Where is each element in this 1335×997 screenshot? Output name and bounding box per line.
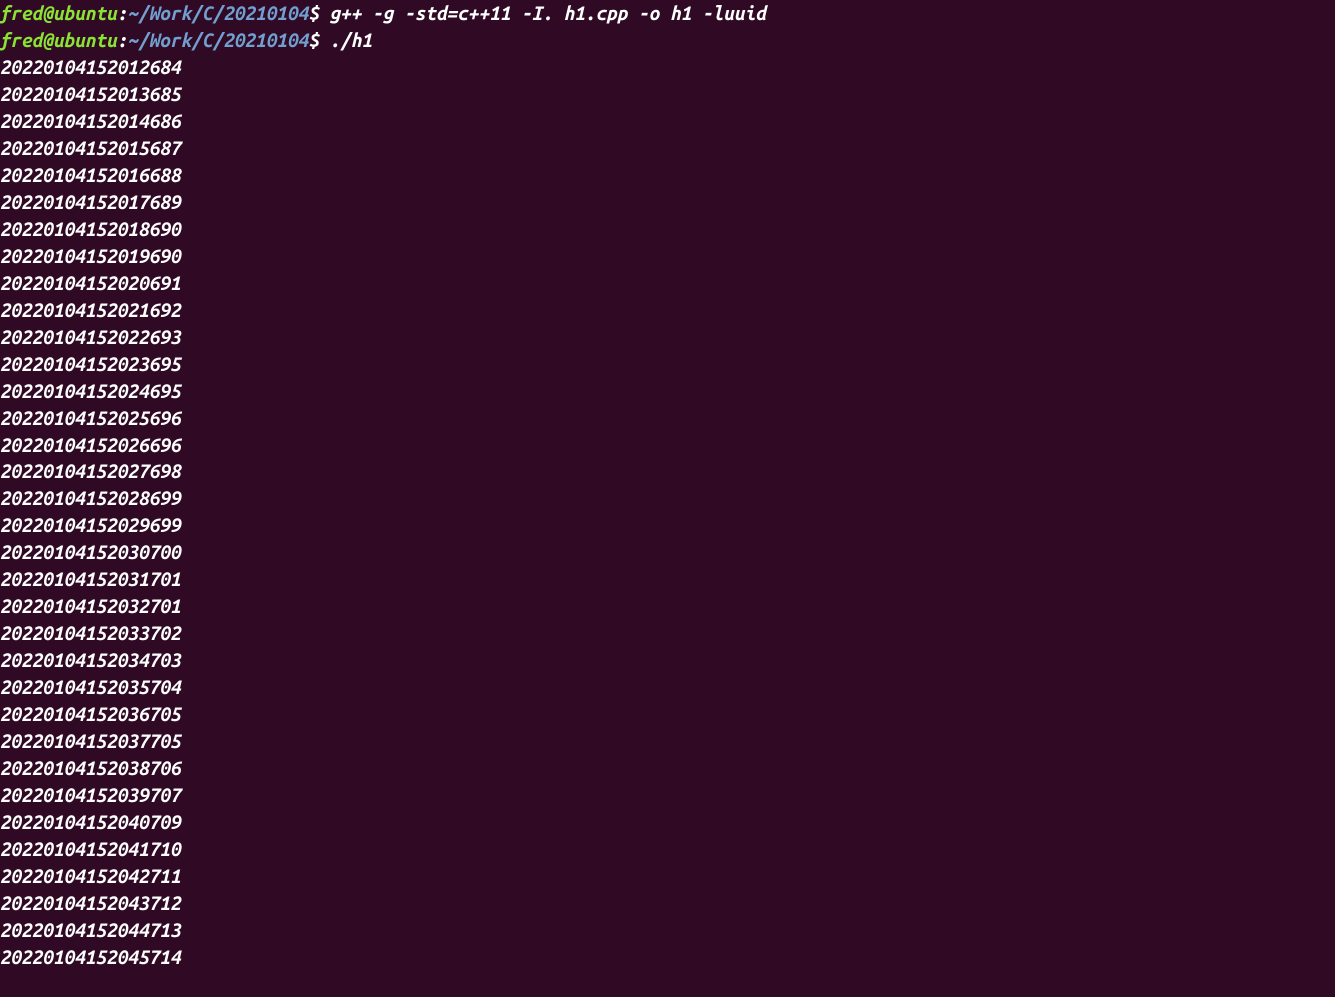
working-directory: ~/Work/C/20210104 xyxy=(128,2,309,24)
output-line: 20220104152037705 xyxy=(0,728,1335,755)
output-line: 20220104152017689 xyxy=(0,189,1335,216)
output-line: 20220104152043712 xyxy=(0,890,1335,917)
output-line: 20220104152028699 xyxy=(0,485,1335,512)
output-line: 20220104152029699 xyxy=(0,512,1335,539)
output-line: 20220104152039707 xyxy=(0,782,1335,809)
output-line: 20220104152015687 xyxy=(0,135,1335,162)
working-directory: ~/Work/C/20210104 xyxy=(128,29,309,51)
output-line: 20220104152034703 xyxy=(0,647,1335,674)
output-line: 20220104152012684 xyxy=(0,54,1335,81)
output-line: 20220104152020691 xyxy=(0,270,1335,297)
output-line: 20220104152013685 xyxy=(0,81,1335,108)
output-line: 20220104152035704 xyxy=(0,674,1335,701)
output-line: 20220104152014686 xyxy=(0,108,1335,135)
output-line: 20220104152042711 xyxy=(0,863,1335,890)
command-text: ./h1 xyxy=(330,29,373,51)
output-line: 20220104152023695 xyxy=(0,351,1335,378)
output-line: 20220104152026696 xyxy=(0,432,1335,459)
output-line: 20220104152041710 xyxy=(0,836,1335,863)
output-line: 20220104152019690 xyxy=(0,243,1335,270)
user-host: fred@ubuntu xyxy=(0,2,117,24)
path-separator: : xyxy=(117,29,128,51)
output-line: 20220104152024695 xyxy=(0,378,1335,405)
output-line: 20220104152025696 xyxy=(0,405,1335,432)
output-line: 20220104152032701 xyxy=(0,593,1335,620)
prompt-line: fred@ubuntu:~/Work/C/20210104$ g++ -g -s… xyxy=(0,0,1335,27)
output-line: 20220104152022693 xyxy=(0,324,1335,351)
command-text: g++ -g -std=c++11 -I. h1.cpp -o h1 -luui… xyxy=(330,2,766,24)
output-line: 20220104152018690 xyxy=(0,216,1335,243)
output-line: 20220104152040709 xyxy=(0,809,1335,836)
output-line: 20220104152033702 xyxy=(0,620,1335,647)
output-line: 20220104152021692 xyxy=(0,297,1335,324)
output-line: 20220104152030700 xyxy=(0,539,1335,566)
output-line: 20220104152027698 xyxy=(0,458,1335,485)
prompt-line: fred@ubuntu:~/Work/C/20210104$ ./h1 xyxy=(0,27,1335,54)
output-line: 20220104152045714 xyxy=(0,944,1335,971)
prompt-symbol: $ xyxy=(309,29,330,51)
output-line: 20220104152036705 xyxy=(0,701,1335,728)
output-line: 20220104152038706 xyxy=(0,755,1335,782)
prompt-symbol: $ xyxy=(309,2,330,24)
output-line: 20220104152044713 xyxy=(0,917,1335,944)
path-separator: : xyxy=(117,2,128,24)
output-line: 20220104152016688 xyxy=(0,162,1335,189)
terminal-window[interactable]: fred@ubuntu:~/Work/C/20210104$ g++ -g -s… xyxy=(0,0,1335,971)
user-host: fred@ubuntu xyxy=(0,29,117,51)
output-line: 20220104152031701 xyxy=(0,566,1335,593)
